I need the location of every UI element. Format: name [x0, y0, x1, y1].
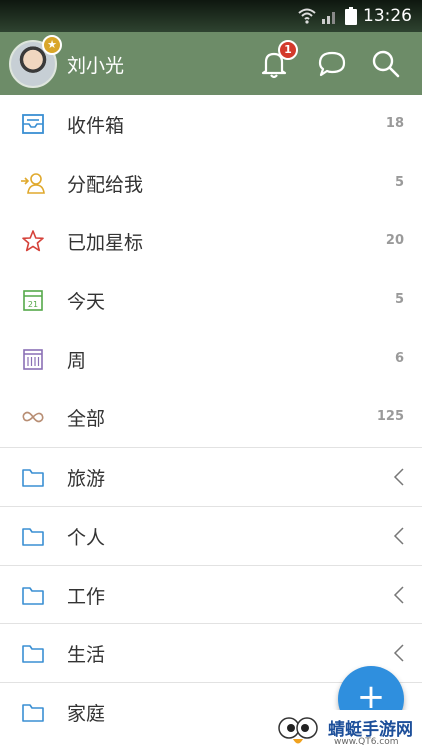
app-header: ★ 刘小光 1	[0, 32, 422, 95]
wifi-icon	[298, 8, 316, 24]
sidebar-item-label: 今天	[67, 291, 106, 314]
folder-icon	[22, 645, 44, 663]
sidebar-item-label: 收件箱	[67, 115, 125, 137]
watermark: 蜻蜓手游网 www.QT6.com	[272, 710, 422, 751]
sidebar-item-inbox[interactable]: 收件箱 18	[0, 95, 422, 154]
item-count: 18	[385, 116, 404, 131]
sidebar-item-week[interactable]: 周 6	[0, 330, 422, 389]
week-icon	[23, 348, 43, 370]
chat-icon[interactable]	[312, 44, 352, 84]
battery-icon	[345, 7, 357, 25]
folder-item-personal[interactable]: 个人	[0, 505, 422, 565]
item-count: 125	[376, 409, 404, 425]
star-icon	[22, 230, 44, 252]
item-count: 5	[394, 292, 404, 308]
infinity-icon	[22, 412, 44, 423]
sidebar-item-label: 分配给我	[67, 173, 144, 196]
sidebar-item-label: 周	[67, 349, 87, 372]
watermark-url: www.QT6.com	[334, 737, 399, 747]
chevron-left-icon[interactable]	[392, 525, 406, 547]
sidebar-list: 收件箱 18 分配给我 5 已加星标 20 21 今天 5 周 6 全部 125…	[0, 95, 422, 741]
folder-label: 生活	[67, 644, 106, 667]
sidebar-item-label: 已加星标	[67, 232, 144, 255]
calendar-day-text: 21	[28, 300, 38, 309]
star-badge-icon: ★	[42, 35, 62, 55]
item-count: 6	[394, 350, 404, 366]
folder-label: 家庭	[67, 702, 106, 725]
inbox-icon	[22, 114, 44, 134]
folder-icon	[22, 469, 44, 487]
folder-icon	[22, 704, 44, 722]
assign-icon	[21, 172, 45, 194]
folder-label: 工作	[67, 585, 106, 608]
calendar-icon: 21	[23, 290, 43, 311]
folder-item-work[interactable]: 工作	[0, 564, 422, 624]
status-bar: 13:26	[0, 0, 422, 32]
item-count: 5	[394, 174, 404, 190]
sidebar-item-today[interactable]: 21 今天 5	[0, 271, 422, 330]
notification-badge: 1	[278, 40, 298, 60]
signal-icon	[322, 12, 335, 24]
sidebar-item-label: 全部	[67, 408, 106, 431]
folder-label: 旅游	[67, 468, 106, 491]
sidebar-item-starred[interactable]: 已加星标 20	[0, 212, 422, 271]
folder-label: 个人	[67, 526, 106, 549]
chevron-left-icon[interactable]	[392, 466, 406, 488]
sidebar-item-all[interactable]: 全部 125	[0, 388, 422, 447]
search-icon[interactable]	[366, 44, 406, 84]
chevron-left-icon[interactable]	[392, 642, 406, 664]
folder-icon	[22, 586, 44, 605]
username[interactable]: 刘小光	[67, 51, 124, 78]
status-time: 13:26	[363, 6, 412, 26]
dragonfly-logo-icon	[278, 717, 318, 744]
folder-item-travel[interactable]: 旅游	[0, 447, 422, 506]
chevron-left-icon[interactable]	[392, 584, 406, 606]
folder-icon	[22, 528, 44, 546]
sidebar-item-assigned[interactable]: 分配给我 5	[0, 154, 422, 213]
item-count: 20	[385, 233, 404, 249]
